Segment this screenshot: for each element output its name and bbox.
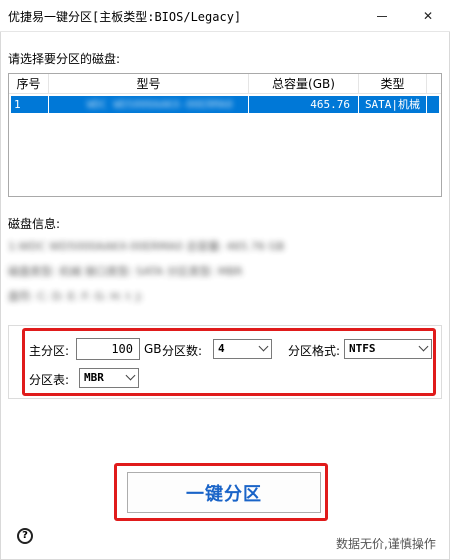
disk-table: 序号 型号 总容量(GB) 类型 1 WDC WD5000AAKX-00ERMA…	[8, 73, 442, 197]
close-icon: ✕	[422, 9, 434, 23]
disk-select-prompt: 请选择要分区的磁盘:	[8, 52, 121, 66]
cell-type: SATA|机械	[359, 96, 427, 113]
column-index[interactable]: 序号	[9, 74, 49, 94]
disk-info-line: 1:WDC WD5000AAKX-00ERMA0 总容量: 465.76 GB	[8, 238, 284, 254]
disk-info-text: 1:WDC WD5000AAKX-00ERMA0 总容量: 465.76 GB	[8, 240, 285, 253]
cell-model: WDC WD5000AAKX-00ERMA0	[49, 96, 249, 113]
disk-info-title: 磁盘信息:	[8, 217, 61, 231]
disk-info-text: 盘符: C: D: E: F: G: H: I: J:	[8, 290, 144, 303]
footer-warning: 数据无价,谨慎操作	[336, 537, 436, 551]
table-header: 序号 型号 总容量(GB) 类型	[9, 74, 441, 94]
disk-info-line: 盘符: C: D: E: F: G: H: I: J:	[8, 288, 143, 304]
table-row[interactable]: 1 WDC WD5000AAKX-00ERMA0 465.76 SATA|机械	[11, 96, 439, 113]
minimize-icon	[377, 15, 387, 17]
button-highlight-box	[114, 463, 328, 521]
minimize-button[interactable]	[360, 0, 404, 32]
column-capacity[interactable]: 总容量(GB)	[249, 74, 359, 94]
model-text: WDC WD5000AAKX-00ERMA0	[87, 98, 233, 111]
disk-info-line: 磁盘类型: 机械 接口类型: SATA 分区类型: MBR	[8, 263, 243, 279]
settings-highlight-box	[22, 328, 436, 396]
disk-info-text: 磁盘类型: 机械 接口类型: SATA 分区类型: MBR	[8, 265, 243, 278]
cell-index: 1	[11, 96, 49, 113]
help-icon[interactable]: ?	[17, 528, 33, 544]
window-title: 优捷易一键分区[主板类型:BIOS/Legacy]	[8, 10, 242, 24]
title-bar: 优捷易一键分区[主板类型:BIOS/Legacy] ✕	[0, 0, 450, 32]
column-type[interactable]: 类型	[359, 74, 427, 94]
column-model[interactable]: 型号	[49, 74, 249, 94]
cell-capacity: 465.76	[249, 96, 359, 113]
close-button[interactable]: ✕	[406, 0, 450, 32]
